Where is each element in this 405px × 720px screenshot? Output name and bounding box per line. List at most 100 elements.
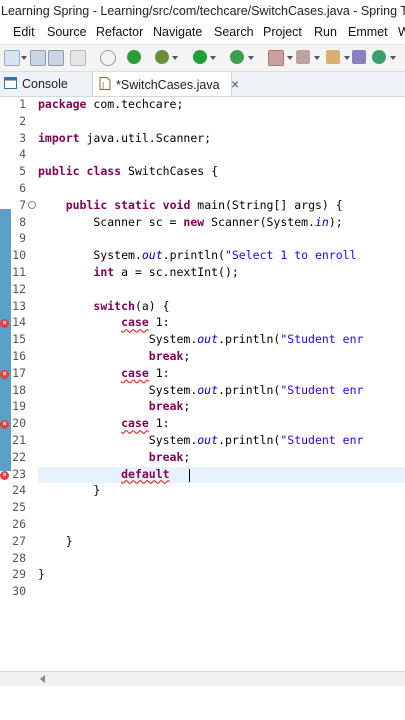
menu-edit[interactable]: Edit: [13, 25, 35, 39]
line-number: 5: [19, 164, 26, 179]
window-title-bar: Learning Spring - Learning/src/com/techc…: [0, 0, 405, 23]
code-line: break;: [148, 449, 191, 464]
close-icon[interactable]: ×: [231, 76, 239, 92]
line-number: 3: [19, 130, 26, 145]
line-number: 12: [12, 281, 26, 296]
code-line: public class SwitchCases {: [38, 164, 219, 179]
line-number: 9: [19, 231, 26, 246]
error-icon[interactable]: ×: [0, 369, 9, 379]
line-number: 28: [12, 550, 26, 565]
chevron-down-icon[interactable]: [172, 56, 178, 60]
toolbar: [0, 44, 405, 72]
line-number: 27: [12, 533, 26, 548]
line-number: 6: [19, 181, 26, 195]
code-editor[interactable]: 1 2 3 4 5 6 7 8 9 10 11 12 13 14 × 15 16 17 × 18 19 20 × 21 22 23…: [0, 97, 405, 667]
menu-navigate[interactable]: Navigate: [153, 25, 202, 39]
line-number: 17: [12, 365, 26, 380]
menu-search[interactable]: Search: [214, 25, 254, 39]
tab-switchcases-java[interactable]: J *SwitchCases.java ×: [92, 72, 239, 98]
line-number: 11: [12, 265, 26, 279]
window-title: Learning Spring - Learning/src/com/techc…: [1, 4, 405, 18]
code-line: System.out.println("Student enr: [38, 332, 364, 347]
line-number: 29: [12, 567, 26, 582]
line-number: 10: [12, 248, 26, 263]
code-line: int a = sc.nextInt();: [93, 265, 239, 279]
menu-emmet[interactable]: Emmet: [348, 25, 388, 39]
chevron-down-icon[interactable]: [344, 56, 350, 60]
line-number: 15: [12, 332, 26, 347]
status-bar: [0, 686, 405, 720]
line-number: 22: [12, 449, 26, 464]
menu-run[interactable]: Run: [314, 25, 337, 39]
menu-project[interactable]: Project: [263, 25, 302, 39]
line-number: 30: [12, 584, 26, 599]
code-line: public static void main(String[] args) {: [65, 197, 343, 212]
stop-icon[interactable]: [127, 50, 141, 64]
line-number: 8: [19, 214, 26, 229]
error-icon[interactable]: ×: [0, 470, 9, 480]
chevron-down-icon[interactable]: [287, 56, 293, 60]
code-line: case 1:: [121, 416, 170, 431]
line-number: 26: [12, 517, 26, 531]
line-number: 13: [12, 298, 26, 313]
line-number: 4: [19, 147, 26, 162]
chevron-down-icon[interactable]: [314, 56, 320, 60]
run-icon[interactable]: [193, 50, 207, 64]
line-number: 24: [12, 483, 26, 498]
chevron-down-icon[interactable]: [210, 56, 216, 60]
link-icon[interactable]: [100, 50, 116, 66]
tools-icon[interactable]: [352, 50, 366, 64]
line-number: 25: [12, 500, 26, 515]
code-line: package com.techcare;: [38, 97, 184, 111]
code-line: case 1:: [121, 365, 170, 380]
package-icon[interactable]: [296, 50, 310, 64]
line-number: 19: [12, 399, 26, 414]
code-line: import java.util.Scanner;: [38, 130, 212, 145]
svg-text:J: J: [101, 81, 104, 90]
debug-icon[interactable]: [155, 50, 169, 64]
refresh-icon[interactable]: [372, 50, 386, 64]
console-icon: [4, 73, 17, 97]
code-line: case 1:: [121, 315, 170, 330]
code-line: System.out.println("Student enr: [38, 433, 364, 447]
code-line: Scanner sc = new Scanner(System.in);: [38, 214, 343, 229]
line-number: 1: [19, 97, 26, 111]
code-line: switch(a) {: [93, 298, 170, 313]
print-icon[interactable]: [70, 50, 86, 66]
tab-console[interactable]: Console: [4, 72, 88, 96]
java-file-icon: J: [99, 74, 111, 98]
new-file-icon[interactable]: [4, 50, 20, 66]
editor-tab-bar: Console J *SwitchCases.java ×: [0, 72, 405, 97]
menu-bar: Edit Source Refactor Navigate Search Pro…: [0, 23, 405, 43]
horizontal-scrollbar[interactable]: [0, 671, 405, 686]
save-icon[interactable]: [30, 50, 46, 66]
line-number: 23: [12, 466, 26, 481]
scroll-left-icon[interactable]: [40, 675, 45, 683]
line-number: 20: [12, 416, 26, 431]
chevron-down-icon[interactable]: [248, 56, 254, 60]
code-line: System.out.println("Student enr: [38, 382, 364, 397]
line-number: 7: [19, 197, 26, 212]
code-line: System.out.println("Select 1 to enroll: [38, 248, 357, 263]
chevron-down-icon[interactable]: [21, 56, 27, 60]
code-line: }: [38, 567, 45, 582]
tab-console-label: Console: [22, 77, 68, 91]
save-all-icon[interactable]: [48, 50, 64, 66]
line-number: 18: [12, 382, 26, 397]
tools-icon[interactable]: [268, 50, 284, 66]
tab-switchcases-label: *SwitchCases.java: [116, 78, 220, 92]
fold-marker-icon[interactable]: [28, 201, 36, 209]
menu-refactor[interactable]: Refactor: [96, 25, 143, 39]
code-line: }: [38, 533, 73, 548]
line-number: 16: [12, 349, 26, 363]
terminal-icon[interactable]: [326, 50, 340, 64]
code-line: break;: [148, 349, 191, 363]
line-number: 21: [12, 433, 26, 447]
chevron-down-icon[interactable]: [390, 56, 396, 60]
text-caret: [189, 469, 190, 482]
code-line: break;: [148, 399, 191, 414]
menu-window[interactable]: W: [398, 25, 405, 39]
code-line: default: [121, 466, 170, 481]
menu-source[interactable]: Source: [47, 25, 87, 39]
run-as-icon[interactable]: [230, 50, 244, 64]
